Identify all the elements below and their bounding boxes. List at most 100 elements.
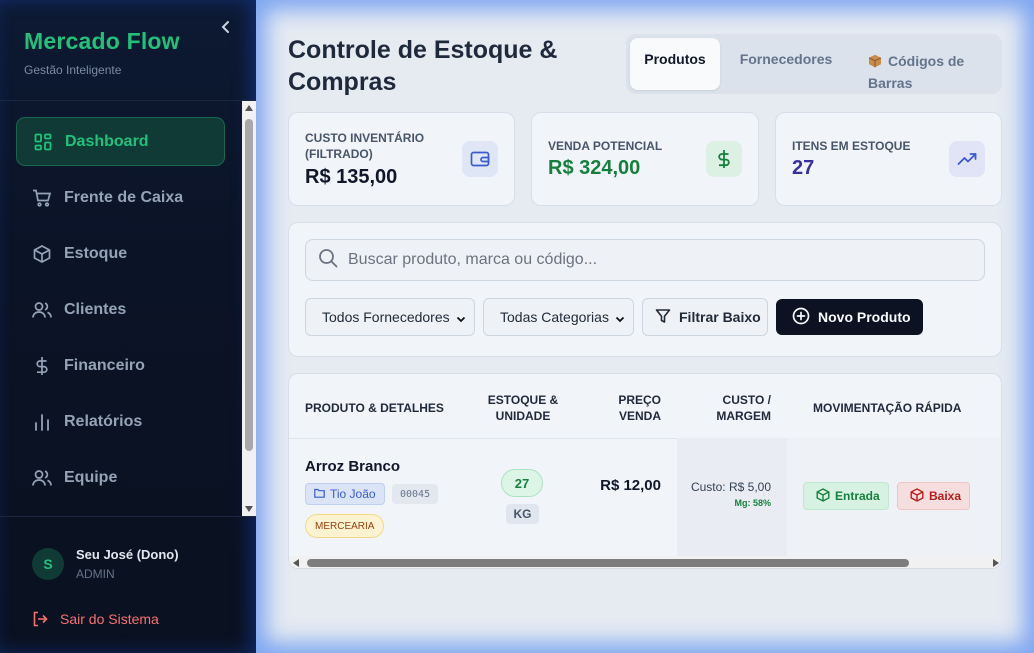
sidebar-item-label: Equipe	[64, 468, 118, 486]
filter-icon	[655, 308, 671, 327]
package-icon	[868, 53, 882, 73]
tab-fornecedores[interactable]: Fornecedores	[726, 38, 846, 90]
sidebar-item-label: Dashboard	[65, 132, 149, 150]
stock-entry-button[interactable]: Entrada	[803, 482, 889, 510]
trending-up-icon	[949, 141, 985, 177]
button-label: Entrada	[835, 489, 880, 503]
stat-card-stock-items: ITENS EM ESTOQUE 27	[775, 112, 1002, 206]
box-in-icon	[816, 487, 830, 505]
stock-quantity: 27	[501, 469, 543, 497]
scroll-up-arrow[interactable]	[245, 105, 253, 111]
user-name: Seu José (Dono)	[76, 547, 179, 562]
dashboard-icon	[33, 132, 53, 152]
category-select[interactable]: Todas Categorias	[483, 298, 634, 336]
sidebar-item-clientes[interactable]: Clientes	[16, 285, 225, 334]
dollar-icon	[706, 141, 742, 177]
avatar: S	[32, 548, 64, 580]
team-icon	[32, 468, 52, 488]
column-header-cost: CUSTO / MARGEM	[716, 393, 771, 423]
collapse-sidebar-button[interactable]	[218, 20, 234, 40]
tab-codigos-de-barras[interactable]: Códigos de Barras	[856, 38, 996, 91]
margin-value: Mg: 58%	[734, 498, 771, 508]
cart-icon	[32, 188, 52, 208]
sidebar-item-label: Clientes	[64, 300, 127, 318]
scrollbar-thumb[interactable]	[307, 559, 909, 567]
page-title: Controle de Estoque & Compras	[288, 36, 558, 96]
sidebar-divider-bottom	[0, 516, 256, 517]
column-header-price: PREÇO VENDA	[618, 393, 661, 423]
product-code: 00045	[392, 484, 439, 504]
brand: Mercado Flow Gestão Inteligente	[24, 28, 180, 77]
category-badge: MERCEARIA	[305, 514, 385, 538]
product-name: Arroz Branco	[305, 458, 401, 475]
plus-circle-icon	[792, 307, 810, 328]
dollar-icon	[32, 356, 52, 376]
select-value: Todos Fornecedores	[322, 309, 450, 325]
scrollbar-thumb[interactable]	[245, 119, 253, 451]
tab-label: Códigos de Barras	[868, 53, 965, 91]
box-icon	[32, 244, 52, 264]
chevron-left-icon	[221, 21, 229, 33]
stat-value: R$ 324,00	[548, 157, 641, 179]
stat-value: 27	[792, 157, 815, 179]
supplier-select[interactable]: Todos Fornecedores	[305, 298, 475, 336]
sidebar: Mercado Flow Gestão Inteligente Dashboar…	[0, 0, 256, 653]
sidebar-item-financeiro[interactable]: Financeiro	[16, 341, 225, 390]
sidebar-item-frente-de-caixa[interactable]: Frente de Caixa	[16, 173, 225, 222]
sidebar-item-relatorios[interactable]: Relatórios	[16, 397, 225, 446]
cost-value: Custo: R$ 5,00	[690, 480, 771, 494]
stat-value: R$ 135,00	[305, 166, 398, 188]
chevron-down-icon	[615, 311, 625, 327]
stat-label: VENDA POTENCIAL	[548, 139, 663, 153]
stock-exit-button[interactable]: Baixa	[897, 482, 970, 510]
bar-chart-icon	[32, 412, 52, 432]
chevron-down-icon	[456, 311, 466, 327]
supplier-tag[interactable]: Tio João	[305, 483, 385, 505]
table-horizontal-scrollbar[interactable]	[289, 556, 1001, 568]
filters-panel: Todos Fornecedores Todas Categorias Filt…	[288, 222, 1002, 357]
wallet-icon	[462, 141, 498, 177]
users-icon	[32, 300, 52, 320]
column-header-stock: ESTOQUE & UNIDADE	[487, 393, 559, 423]
user-profile[interactable]: S Seu José (Dono) ADMIN	[32, 547, 179, 581]
button-label: Novo Produto	[818, 309, 911, 325]
sidebar-item-equipe[interactable]: Equipe	[16, 453, 225, 502]
scroll-right-arrow[interactable]	[993, 559, 999, 567]
sidebar-item-dashboard[interactable]: Dashboard	[16, 117, 225, 166]
search-input[interactable]	[348, 251, 948, 269]
sidebar-nav: Dashboard Frente de Caixa Estoque Client…	[16, 117, 225, 509]
search-icon	[318, 248, 338, 273]
main-content: Controle de Estoque & Compras Produtos F…	[256, 0, 1034, 653]
tab-produtos[interactable]: Produtos	[630, 38, 720, 90]
products-table: PRODUTO & DETALHES ESTOQUE & UNIDADE PRE…	[288, 373, 1002, 569]
button-label: Baixa	[929, 489, 962, 503]
column-header-product: PRODUTO & DETALHES	[305, 401, 444, 415]
sidebar-item-label: Financeiro	[64, 356, 145, 374]
select-value: Todas Categorias	[500, 309, 609, 325]
stat-label: ITENS EM ESTOQUE	[792, 139, 911, 153]
tab-bar: Produtos Fornecedores Códigos de Barras	[626, 34, 1002, 94]
user-info: Seu José (Dono) ADMIN	[76, 547, 179, 581]
stat-label: CUSTO INVENTÁRIO (FILTRADO)	[305, 131, 425, 161]
supplier-name: Tio João	[330, 487, 376, 501]
logout-icon	[32, 611, 48, 627]
scroll-down-arrow[interactable]	[245, 506, 253, 512]
logout-button[interactable]: Sair do Sistema	[32, 611, 159, 627]
brand-title: Mercado Flow	[24, 28, 180, 54]
stat-card-inventory-cost: CUSTO INVENTÁRIO (FILTRADO) R$ 135,00	[288, 112, 515, 206]
sidebar-item-estoque[interactable]: Estoque	[16, 229, 225, 278]
sidebar-scrollbar[interactable]	[242, 101, 256, 516]
filter-low-stock-button[interactable]: Filtrar Baixo	[642, 298, 768, 336]
brand-subtitle: Gestão Inteligente	[24, 63, 122, 77]
logout-label: Sair do Sistema	[60, 611, 159, 627]
sidebar-item-label: Frente de Caixa	[64, 188, 184, 206]
new-product-button[interactable]: Novo Produto	[776, 299, 923, 335]
button-label: Filtrar Baixo	[679, 309, 761, 325]
search-box[interactable]	[305, 239, 985, 281]
cost-cell-bg	[677, 438, 787, 556]
sidebar-item-label: Relatórios	[64, 412, 143, 430]
column-header-movement: MOVIMENTAÇÃO RÁPIDA	[813, 401, 962, 415]
folder-icon	[314, 487, 325, 501]
scroll-left-arrow[interactable]	[293, 559, 299, 567]
sidebar-divider	[0, 100, 256, 101]
